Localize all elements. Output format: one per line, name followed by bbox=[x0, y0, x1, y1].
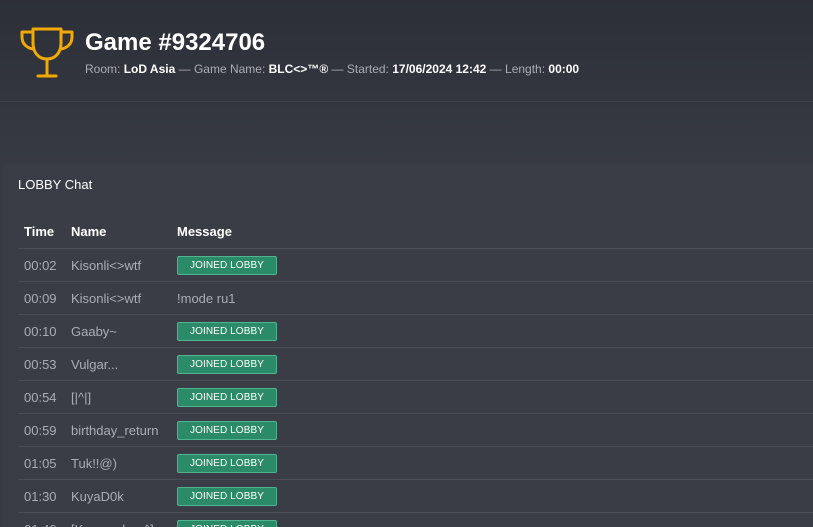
game-name-value: BLC<>™® bbox=[268, 62, 329, 76]
cell-player-name: [Kampuchea^] bbox=[65, 512, 171, 527]
cell-message: JOINED LOBBY bbox=[171, 446, 813, 480]
table-row: 00:02 Kisonli<>wtf JOINED LOBBY bbox=[18, 248, 813, 282]
game-meta: Room: LoD Asia — Game Name: BLC<>™® — St… bbox=[85, 61, 579, 77]
cell-time: 01:40 bbox=[18, 512, 65, 527]
joined-lobby-badge: JOINED LOBBY bbox=[177, 321, 277, 341]
room-value: LoD Asia bbox=[123, 62, 176, 76]
page-title: Game #9324706 bbox=[85, 29, 266, 56]
column-header-time: Time bbox=[18, 214, 65, 249]
table-row: 00:10 Gaaby~ JOINED LOBBY bbox=[18, 314, 813, 348]
cell-player-name: Gaaby~ bbox=[65, 314, 171, 348]
cell-time: 00:59 bbox=[18, 413, 65, 447]
cell-time: 00:53 bbox=[18, 347, 65, 381]
chat-table: Time Name Message 00:02 Kisonli<>wtf JOINE… bbox=[18, 214, 813, 527]
joined-lobby-badge: JOINED LOBBY bbox=[177, 453, 277, 473]
cell-time: 00:54 bbox=[18, 380, 65, 414]
game-header: Game #9324706 Room: LoD Asia — Game Name… bbox=[0, 0, 813, 102]
table-row: 00:09 Kisonli<>wtf !mode ru1 bbox=[18, 281, 813, 315]
joined-lobby-badge: JOINED LOBBY bbox=[177, 255, 277, 275]
chat-message-text: !mode ru1 bbox=[177, 290, 236, 306]
meta-separator: — bbox=[331, 62, 344, 76]
game-name-label: Game Name: bbox=[193, 62, 266, 76]
table-row: 00:54 [|^|] JOINED LOBBY bbox=[18, 380, 813, 414]
cell-message: JOINED LOBBY bbox=[171, 314, 813, 348]
cell-time: 00:10 bbox=[18, 314, 65, 348]
joined-lobby-badge: JOINED LOBBY bbox=[177, 387, 277, 407]
length-value: 00:00 bbox=[548, 62, 580, 76]
joined-lobby-badge: JOINED LOBBY bbox=[177, 486, 277, 506]
joined-lobby-badge: JOINED LOBBY bbox=[177, 354, 277, 374]
chat-table-body: 00:02 Kisonli<>wtf JOINED LOBBY 00:09 Kisonl… bbox=[18, 248, 813, 527]
table-row: 00:53 Vulgar... JOINED LOBBY bbox=[18, 347, 813, 381]
room-label: Room: bbox=[85, 62, 121, 76]
lobby-chat-panel: LOBBY Chat Time Name Message 00:02 Kisonl… bbox=[3, 164, 813, 527]
cell-player-name: Kisonli<>wtf bbox=[65, 248, 171, 282]
column-header-name: Name bbox=[65, 214, 171, 249]
cell-player-name: KuyaD0k bbox=[65, 479, 171, 513]
cell-message: JOINED LOBBY bbox=[171, 479, 813, 513]
cell-message: !mode ru1 bbox=[171, 281, 813, 315]
game-detail-page: Game #9324706 Room: LoD Asia — Game Name… bbox=[0, 0, 813, 527]
column-header-message: Message bbox=[171, 214, 813, 249]
started-label: Started: bbox=[346, 62, 389, 76]
cell-player-name: birthday_return bbox=[65, 413, 171, 447]
cell-player-name: Tuk!!@) bbox=[65, 446, 171, 480]
table-row: 01:40[Kampuchea^] JOINED LOBBY bbox=[18, 512, 813, 527]
cell-time: 01:05 bbox=[18, 446, 65, 480]
length-label: Length: bbox=[505, 62, 546, 76]
cell-message: JOINED LOBBY bbox=[171, 512, 813, 527]
cell-time: 00:02 bbox=[18, 248, 65, 282]
cell-player-name: [|^|] bbox=[65, 380, 171, 414]
cell-message: JOINED LOBBY bbox=[171, 413, 813, 447]
cell-player-name: Kisonli<>wtf bbox=[65, 281, 171, 315]
cell-time: 00:09 bbox=[18, 281, 65, 315]
cell-player-name: Vulgar... bbox=[65, 347, 171, 381]
table-row: 01:05 Tuk!!@) JOINED LOBBY bbox=[18, 446, 813, 480]
meta-separator: — bbox=[178, 62, 191, 76]
table-header-row: Time Name Message bbox=[18, 214, 813, 249]
started-value: 17/06/2024 12:42 bbox=[392, 62, 487, 76]
meta-separator: — bbox=[489, 62, 502, 76]
trophy-icon bbox=[20, 27, 74, 78]
joined-lobby-badge: JOINED LOBBY bbox=[177, 420, 277, 440]
panel-title: LOBBY Chat bbox=[18, 177, 93, 192]
cell-message: JOINED LOBBY bbox=[171, 347, 813, 381]
table-row: 01:30 KuyaD0k JOINED LOBBY bbox=[18, 479, 813, 513]
table-row: 00:59 birthday_return JOINED LOBBY bbox=[18, 413, 813, 447]
cell-time: 01:30 bbox=[18, 479, 65, 513]
cell-message: JOINED LOBBY bbox=[171, 380, 813, 414]
cell-message: JOINED LOBBY bbox=[171, 248, 813, 282]
joined-lobby-badge: JOINED LOBBY bbox=[177, 519, 277, 527]
